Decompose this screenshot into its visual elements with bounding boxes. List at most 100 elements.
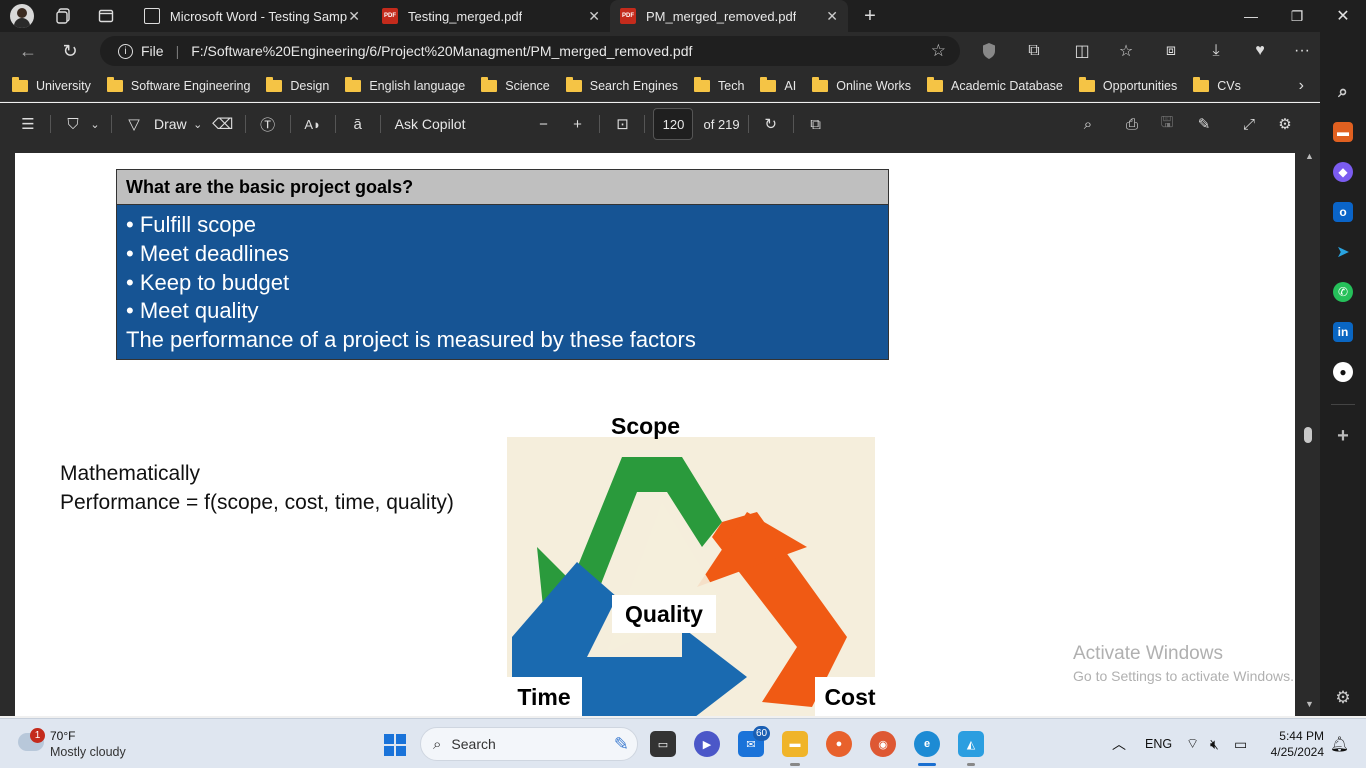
downloads-icon[interactable]: ⤓ xyxy=(1204,40,1228,62)
copilot-app-icon[interactable]: ◆ xyxy=(1333,162,1353,182)
draw-button[interactable]: Draw xyxy=(154,116,187,132)
edge-icon[interactable]: e xyxy=(914,731,940,757)
draw-icon[interactable]: ▽ xyxy=(120,109,148,139)
file-explorer-icon[interactable]: ▬ xyxy=(782,731,808,757)
favorite-cvs[interactable]: CVs xyxy=(1193,76,1241,93)
highlight-icon[interactable]: ⛉ xyxy=(59,109,87,139)
back-icon[interactable]: ← xyxy=(10,36,46,66)
settings-icon[interactable]: ⚙ xyxy=(1271,109,1299,139)
folder-icon xyxy=(694,76,710,92)
refresh-icon[interactable]: ↻ xyxy=(52,36,88,66)
vertical-scrollbar[interactable]: ▲ ▼ xyxy=(1298,145,1320,716)
goal-item: Keep to budget xyxy=(126,269,879,298)
restore-icon[interactable]: ❐ xyxy=(1274,0,1320,32)
text-box-icon[interactable]: Ⓣ xyxy=(254,109,282,139)
system-clock[interactable]: 5:44 PM 4/25/2024 xyxy=(1262,728,1324,760)
favorite-search-engines[interactable]: Search Engines xyxy=(565,76,678,93)
favorite-tech[interactable]: Tech xyxy=(694,76,744,93)
ask-copilot-button[interactable]: Ask Copilot xyxy=(395,116,466,132)
fit-page-icon[interactable]: ⊡ xyxy=(608,109,636,139)
shield-extension-icon[interactable] xyxy=(977,40,1001,62)
folder-icon xyxy=(927,76,944,92)
scroll-down-icon[interactable]: ▼ xyxy=(1305,699,1314,709)
favorite-english-language[interactable]: English language xyxy=(345,76,465,93)
info-icon[interactable]: i xyxy=(118,43,133,59)
workspaces-icon[interactable] xyxy=(54,6,74,26)
page-number-input[interactable]: 120 xyxy=(653,108,694,140)
taskbar-search[interactable]: ⌕ Search ✎ xyxy=(420,727,638,761)
weather-description[interactable]: Mostly cloudy xyxy=(50,745,126,759)
pdf-toolbar: ☰ ⛉ ⌄ ▽ Draw ⌄ ⌫ Ⓣ A◗ ā Ask Copilot − + … xyxy=(0,103,1320,145)
favorite-star-icon[interactable]: ☆ xyxy=(931,41,946,61)
favorite-academic-database[interactable]: Academic Database xyxy=(927,76,1063,93)
tab-word-document[interactable]: Microsoft Word - Testing Sample ✕ xyxy=(134,0,370,32)
chevron-down-icon[interactable]: ⌄ xyxy=(187,109,209,139)
sidebar-settings-icon[interactable]: ⚙ xyxy=(1333,688,1353,708)
profile-avatar[interactable] xyxy=(10,4,34,28)
pdf-viewport[interactable]: What are the basic project goals? Fulfil… xyxy=(0,145,1320,716)
search-icon[interactable]: ⌕ xyxy=(1074,109,1102,139)
extensions-icon[interactable]: ⧉ xyxy=(1022,40,1046,62)
collections-icon[interactable]: ⧈ xyxy=(1159,40,1183,62)
tools-icon[interactable]: ▬ xyxy=(1333,122,1353,142)
favorite-design[interactable]: Design xyxy=(266,76,329,93)
print-icon[interactable]: ⎙ xyxy=(1118,109,1146,139)
favorite-software-engineering[interactable]: Software Engineering xyxy=(106,76,250,93)
tab-actions-icon[interactable] xyxy=(96,6,116,26)
save-icon[interactable]: 🖫 xyxy=(1153,109,1181,139)
performance-icon[interactable]: ♥ xyxy=(1248,40,1272,62)
favorite-online-works[interactable]: Online Works xyxy=(812,76,911,93)
read-aloud-icon[interactable]: A◗ xyxy=(299,109,327,139)
favorites-icon[interactable]: ☆ xyxy=(1114,40,1138,62)
task-view-icon[interactable]: ▭ xyxy=(650,731,676,757)
chevron-down-icon[interactable]: ⌄ xyxy=(87,109,103,139)
wifi-icon[interactable]: ⌔ xyxy=(1186,719,1199,768)
zoom-in-icon[interactable]: + xyxy=(563,109,591,139)
zoom-out-icon[interactable]: − xyxy=(529,109,557,139)
new-tab-icon[interactable]: + xyxy=(860,5,880,27)
fullscreen-icon[interactable]: ⤢ xyxy=(1235,109,1263,139)
meet-icon[interactable]: ▶ xyxy=(694,731,720,757)
erase-icon[interactable]: ⌫ xyxy=(209,109,237,139)
pdf-icon: PDF xyxy=(382,8,398,24)
more-menu-icon[interactable]: ··· xyxy=(1290,40,1314,62)
start-button[interactable] xyxy=(384,734,406,756)
photos-icon[interactable]: ◭ xyxy=(958,731,984,757)
chevron-right-icon[interactable]: › xyxy=(1299,77,1304,95)
github-icon[interactable]: ● xyxy=(1333,362,1353,382)
scroll-up-icon[interactable]: ▲ xyxy=(1305,151,1314,161)
translate-icon[interactable]: ā xyxy=(344,109,372,139)
telegram-icon[interactable]: ➤ xyxy=(1333,242,1353,262)
close-window-icon[interactable]: ✕ xyxy=(1320,0,1366,32)
split-screen-icon[interactable]: ◫ xyxy=(1070,40,1094,62)
add-sidebar-app-icon[interactable]: + xyxy=(1333,425,1353,447)
close-tab-icon[interactable]: ✕ xyxy=(826,8,838,25)
outlook-icon[interactable]: o xyxy=(1333,202,1353,222)
weather-temperature[interactable]: 70°F xyxy=(50,729,75,743)
tray-overflow-icon[interactable]: ︿ xyxy=(1112,719,1126,768)
firefox-icon[interactable]: ● xyxy=(826,731,852,757)
linkedin-icon[interactable]: in xyxy=(1333,322,1353,342)
url-field[interactable]: i File | F:/Software%20Engineering/6/Pro… xyxy=(100,36,960,66)
scroll-thumb[interactable] xyxy=(1304,427,1312,443)
page-view-icon[interactable]: ⧉ xyxy=(802,109,830,139)
favorite-university[interactable]: University xyxy=(12,76,91,93)
favorite-science[interactable]: Science xyxy=(481,76,550,93)
tab-pm-merged-removed[interactable]: PDF PM_merged_removed.pdf ✕ xyxy=(610,0,848,32)
volume-muted-icon[interactable]: 🔇︎ xyxy=(1210,719,1219,768)
tab-testing-merged[interactable]: PDF Testing_merged.pdf ✕ xyxy=(372,0,610,32)
close-tab-icon[interactable]: ✕ xyxy=(348,8,360,25)
whatsapp-icon[interactable]: ✆ xyxy=(1333,282,1353,302)
duckduckgo-icon[interactable]: ◉ xyxy=(870,731,896,757)
close-tab-icon[interactable]: ✕ xyxy=(588,8,600,25)
search-icon[interactable]: ⌕ xyxy=(1333,82,1353,102)
favorite-opportunities[interactable]: Opportunities xyxy=(1078,76,1177,93)
favorite-ai[interactable]: AI xyxy=(760,76,796,93)
minimize-icon[interactable]: — xyxy=(1228,0,1274,32)
language-indicator[interactable]: ENG xyxy=(1145,719,1172,768)
notification-bell-icon[interactable]: 🔔︎ xyxy=(1330,719,1349,768)
rotate-icon[interactable]: ↻ xyxy=(757,109,785,139)
contents-icon[interactable]: ☰ xyxy=(14,109,42,139)
battery-icon[interactable]: ▭ xyxy=(1234,719,1247,768)
save-as-icon[interactable]: ✎ xyxy=(1190,109,1218,139)
